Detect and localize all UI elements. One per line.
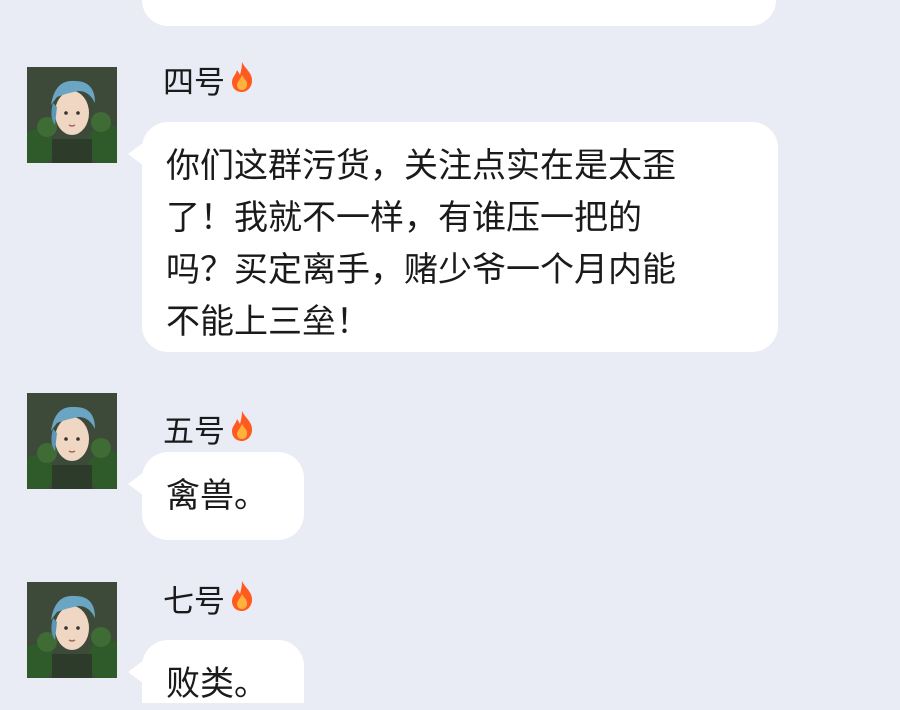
- avatar-image: [27, 67, 117, 163]
- sender-name: 七号: [163, 580, 255, 620]
- flame-icon: [229, 61, 255, 101]
- bubble-tail: [128, 472, 144, 496]
- avatar[interactable]: [27, 67, 117, 163]
- avatar[interactable]: [27, 582, 117, 678]
- sender-name: 四号: [163, 61, 255, 101]
- previous-message-bubble: [142, 0, 776, 26]
- message-text: 你们这群污货，关注点实在是太歪 了！我就不一样，有谁压一把的 吗？买定离手，赌少…: [166, 146, 676, 342]
- flame-icon: [229, 580, 255, 620]
- message-bubble[interactable]: 禽兽。: [128, 452, 304, 540]
- message-text: 败类。: [166, 664, 268, 704]
- avatar-image: [27, 582, 117, 678]
- avatar-image: [27, 393, 117, 489]
- sender-name: 五号: [163, 410, 255, 450]
- message-bubble[interactable]: 败类。: [128, 640, 304, 704]
- message-bubble[interactable]: 你们这群污货，关注点实在是太歪 了！我就不一样，有谁压一把的 吗？买定离手，赌少…: [128, 122, 778, 352]
- bubble-tail: [128, 142, 144, 166]
- message-text: 禽兽。: [166, 476, 268, 516]
- avatar[interactable]: [27, 393, 117, 489]
- bubble-tail: [128, 660, 144, 684]
- flame-icon: [229, 410, 255, 450]
